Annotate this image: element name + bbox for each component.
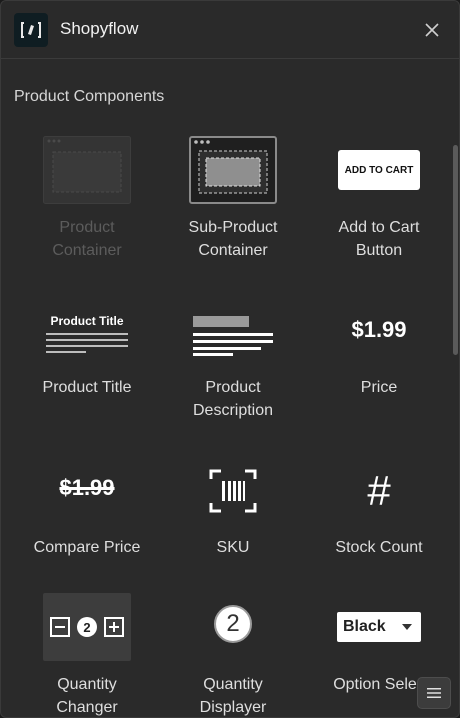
compare-price-thumb-text: $1.99	[59, 475, 115, 500]
panel-header: Shopyflow	[1, 1, 459, 59]
add-to-cart-thumb-text: ADD TO CART	[344, 164, 414, 176]
component-label: Container	[198, 242, 268, 259]
component-product-container[interactable]: Product Container	[14, 136, 160, 266]
hamburger-menu-icon	[427, 688, 441, 698]
caret-down-icon	[402, 624, 412, 630]
component-label: Product	[59, 219, 115, 236]
close-icon	[425, 23, 439, 37]
menu-button[interactable]	[417, 677, 451, 709]
component-label: Quantity	[57, 676, 117, 693]
close-button[interactable]	[419, 17, 445, 43]
scrollbar-thumb[interactable]	[453, 145, 458, 355]
component-quantity-changer[interactable]: 2 Quantity Changer	[14, 593, 160, 717]
component-label: Product Title	[42, 379, 132, 396]
sub-product-container-icon	[189, 136, 277, 204]
shopyflow-logo-icon	[14, 13, 48, 47]
component-product-title[interactable]: Product Title Product Title	[14, 311, 160, 421]
component-label: Product	[205, 379, 261, 396]
shopyflow-panel: Shopyflow Product Components Product Con…	[0, 0, 460, 718]
add-to-cart-thumb: ADD TO CART	[338, 150, 420, 190]
component-label: Quantity	[203, 676, 263, 693]
component-label: Displayer	[199, 699, 267, 716]
component-label: SKU	[216, 539, 250, 556]
component-label: Price	[360, 379, 398, 396]
component-label: Add to Cart	[338, 219, 420, 236]
app-title: Shopyflow	[60, 19, 139, 38]
component-stock-count[interactable]: # Stock Count	[306, 467, 452, 567]
quantity-changer-thumb: 2	[43, 593, 131, 661]
component-label: Stock Count	[335, 539, 423, 556]
section-title: Product Components	[14, 88, 165, 105]
hash-icon: #	[367, 467, 391, 514]
barcode-icon	[209, 469, 257, 513]
component-label: Description	[192, 402, 274, 419]
minus-icon	[50, 617, 70, 637]
product-container-icon	[43, 136, 131, 204]
component-label: Changer	[56, 699, 118, 716]
quantity-displayer-thumb: 2	[214, 605, 252, 643]
product-title-thumb-text: Product Title	[50, 314, 124, 328]
plus-icon	[104, 617, 124, 637]
product-title-thumb: Product Title	[46, 314, 128, 353]
component-add-to-cart-button[interactable]: ADD TO CART Add to Cart Button	[306, 136, 452, 266]
component-label: Sub-Product	[188, 219, 278, 236]
component-label: Container	[52, 242, 122, 259]
component-sub-product-container[interactable]: Sub-Product Container	[160, 136, 306, 266]
component-price[interactable]: $1.99 Price	[306, 311, 452, 421]
component-compare-price[interactable]: $1.99 Compare Price	[14, 467, 160, 567]
component-sku[interactable]: SKU	[160, 467, 306, 567]
component-label: Compare Price	[33, 539, 141, 556]
component-label: Button	[355, 242, 403, 259]
price-thumb-text: $1.99	[351, 317, 407, 342]
component-quantity-displayer[interactable]: 2 Quantity Displayer	[160, 593, 306, 717]
quantity-value-icon: 2	[77, 617, 97, 637]
component-product-description[interactable]: Product Description	[160, 311, 306, 421]
product-description-icon	[193, 316, 273, 356]
option-select-thumb: Black	[337, 612, 421, 642]
